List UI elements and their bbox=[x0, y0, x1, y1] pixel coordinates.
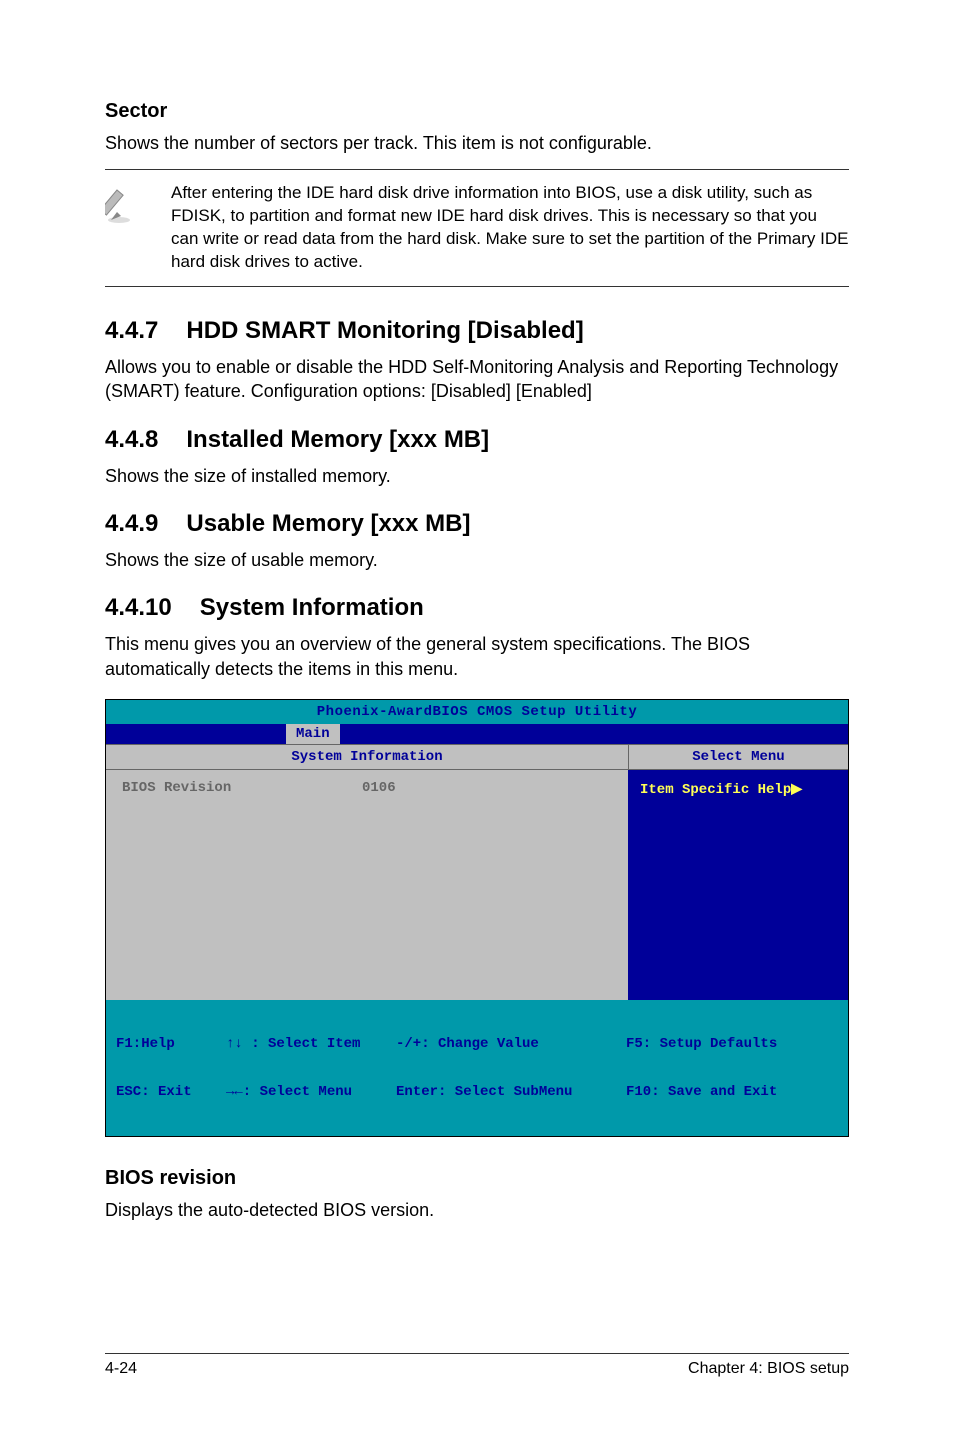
bios-row-bios-revision[interactable]: BIOS Revision 0106 bbox=[122, 780, 612, 796]
bios-left-body: BIOS Revision 0106 bbox=[106, 770, 628, 1000]
bios-screen: Phoenix-AwardBIOS CMOS Setup Utility Mai… bbox=[105, 699, 849, 1137]
text-sector-body: Shows the number of sectors per track. T… bbox=[105, 131, 849, 155]
page-number: 4-24 bbox=[105, 1360, 137, 1378]
heading-text: HDD SMART Monitoring [Disabled] bbox=[186, 317, 583, 345]
heading-text: System Information bbox=[200, 594, 424, 622]
heading-num: 4.4.10 bbox=[105, 594, 172, 622]
note-text: After entering the IDE hard disk drive i… bbox=[171, 182, 849, 274]
heading-448: 4.4.8 Installed Memory [xxx MB] bbox=[105, 426, 849, 454]
heading-bios-revision: BIOS revision bbox=[105, 1167, 849, 1190]
heading-sector: Sector bbox=[105, 100, 849, 123]
bios-right-body: Item Specific Help▶ bbox=[628, 770, 848, 1000]
chapter-label: Chapter 4: BIOS setup bbox=[688, 1360, 849, 1378]
triangle-right-icon: ▶ bbox=[791, 780, 802, 796]
bios-row-key: BIOS Revision bbox=[122, 780, 362, 796]
bios-key-change-value: -/+: Change Value bbox=[396, 1036, 626, 1052]
text-449-body: Shows the size of usable memory. bbox=[105, 548, 849, 572]
heading-text: Usable Memory [xxx MB] bbox=[186, 510, 470, 538]
note-block: After entering the IDE hard disk drive i… bbox=[105, 169, 849, 287]
bios-right-header: Select Menu bbox=[628, 744, 848, 770]
page-footer: 4-24 Chapter 4: BIOS setup bbox=[105, 1353, 849, 1378]
text-4410-body: This menu gives you an overview of the g… bbox=[105, 632, 849, 681]
heading-447: 4.4.7 HDD SMART Monitoring [Disabled] bbox=[105, 317, 849, 345]
pencil-icon bbox=[105, 182, 151, 274]
bios-row-value: 0106 bbox=[362, 780, 396, 796]
bios-left-header: System Information bbox=[106, 744, 628, 770]
heading-text: Installed Memory [xxx MB] bbox=[186, 426, 489, 454]
bios-tab-main[interactable]: Main bbox=[286, 724, 340, 744]
text-448-body: Shows the size of installed memory. bbox=[105, 464, 849, 488]
bios-help-label: Item Specific Help bbox=[640, 782, 791, 798]
heading-449: 4.4.9 Usable Memory [xxx MB] bbox=[105, 510, 849, 538]
bios-tabbar: Main bbox=[106, 724, 848, 744]
bios-key-f5: F5: Setup Defaults bbox=[626, 1036, 838, 1052]
bios-key-select-item: ↑↓ : Select Item bbox=[226, 1036, 396, 1052]
bios-key-esc: ESC: Exit bbox=[116, 1084, 226, 1100]
bios-key-f1: F1:Help bbox=[116, 1036, 226, 1052]
bios-key-select-menu: →←: Select Menu bbox=[226, 1084, 396, 1100]
heading-4410: 4.4.10 System Information bbox=[105, 594, 849, 622]
heading-num: 4.4.8 bbox=[105, 426, 158, 454]
bios-key-f10: F10: Save and Exit bbox=[626, 1084, 838, 1100]
bios-title: Phoenix-AwardBIOS CMOS Setup Utility bbox=[106, 700, 848, 724]
bios-key-enter: Enter: Select SubMenu bbox=[396, 1084, 626, 1100]
heading-num: 4.4.9 bbox=[105, 510, 158, 538]
text-447-body: Allows you to enable or disable the HDD … bbox=[105, 355, 849, 404]
text-bios-revision-body: Displays the auto-detected BIOS version. bbox=[105, 1198, 849, 1222]
bios-footer: F1:Help ESC: Exit ↑↓ : Select Item →←: S… bbox=[106, 1000, 848, 1136]
heading-num: 4.4.7 bbox=[105, 317, 158, 345]
